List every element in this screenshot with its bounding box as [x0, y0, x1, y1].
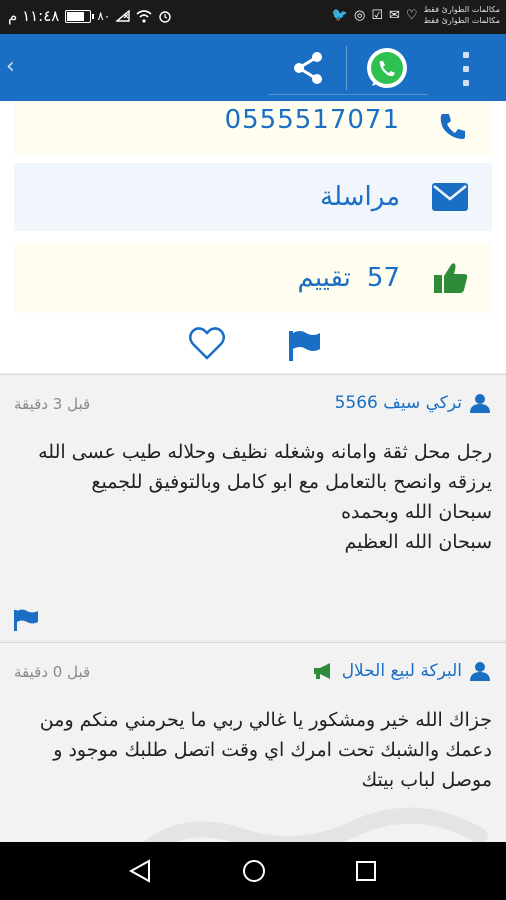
app-bar: ‹	[0, 34, 506, 101]
status-right: 🐦 ◎ ☑ ✉ ♡ مكالمات الطوارئ فقط مكالمات ال…	[332, 4, 500, 26]
message-label: مراسلة	[320, 182, 400, 212]
alarm-icon	[159, 11, 171, 23]
battery-fill	[67, 11, 85, 21]
comment-time: قبل 3 دقيقة	[14, 395, 91, 413]
rating-label: تقييم	[297, 263, 351, 293]
comment-line: جزاك الله خير ومشكور يا غالي ربي ما يحرم…	[39, 709, 492, 731]
emergency-line-2: مكالمات الطوارئ فقط	[423, 16, 500, 25]
clock: ١١:٤٨ م	[8, 7, 60, 25]
comment-header: البركة لبيع الحلال قبل 0 دقيقة	[0, 661, 506, 685]
contact-area: 0555517071 مراسلة 57 تقييم	[0, 101, 506, 373]
phone-icon	[440, 114, 465, 139]
user-icon	[470, 394, 490, 413]
phone-number: 0555517071	[224, 105, 400, 135]
emergency-line-1: مكالمات الطوارئ فقط	[423, 5, 500, 14]
phone-card[interactable]: 0555517071	[14, 101, 492, 156]
megaphone-icon	[313, 663, 330, 679]
system-nav-bar	[0, 842, 506, 900]
screen: ١١:٤٨ م ٨٠ 🐦 ◎ ☑ ✉ ♡ مكالمات الطوارئ فقط…	[0, 0, 506, 900]
whatsapp-notif-icon: ◎	[354, 7, 366, 23]
battery-text: ٨٠	[97, 9, 111, 23]
comment-line: دعمك والشبك تحت امرك اي وقت اتصل طلبك مو…	[53, 739, 492, 761]
comment-line: موصل لباب بيتك	[361, 769, 492, 791]
nav-home-icon[interactable]	[242, 859, 266, 883]
user-icon	[470, 662, 490, 681]
twitter-icon: 🐦	[331, 7, 348, 23]
envelope-icon	[432, 183, 468, 211]
report-flag-icon[interactable]	[287, 327, 323, 363]
comment-author[interactable]: تركي سيف 5566	[335, 393, 490, 413]
overflow-menu-icon[interactable]	[458, 52, 474, 86]
heartbeat-icon: ♡	[405, 7, 418, 23]
comment-time: قبل 0 دقيقة	[14, 663, 91, 681]
comment-line: رجل محل ثقة وامانه وشغله نظيف وحلاله طيب…	[38, 441, 492, 463]
comment-body: جزاك الله خير ومشكور يا غالي ربي ما يحرم…	[12, 705, 492, 795]
mail-icon: ✉	[389, 7, 400, 23]
status-left: ١١:٤٨ م ٨٠	[8, 7, 172, 25]
rating-count: 57	[366, 263, 400, 293]
message-card[interactable]: مراسلة	[14, 163, 492, 231]
comment-author[interactable]: البركة لبيع الحلال	[312, 661, 490, 681]
thumbs-up-icon	[434, 263, 468, 293]
comment-item: تركي سيف 5566 قبل 3 دقيقة رجل محل ثقة وا…	[0, 374, 506, 640]
appbar-divider	[346, 46, 347, 90]
comment-line: سبحان الله العظيم	[344, 531, 492, 553]
wifi-icon	[136, 9, 152, 23]
action-row	[0, 323, 506, 368]
no-signal-icon	[116, 10, 130, 22]
report-comment-flag-icon[interactable]	[14, 609, 40, 631]
rating-card[interactable]: 57 تقييم	[14, 243, 492, 313]
battery-icon	[65, 9, 95, 23]
check-icon: ☑	[371, 7, 383, 23]
author-name: تركي سيف 5566	[334, 393, 462, 413]
comment-body: رجل محل ثقة وامانه وشغله نظيف وحلاله طيب…	[12, 437, 492, 557]
heart-icon[interactable]	[188, 325, 226, 361]
appbar-underline	[268, 94, 428, 95]
nav-recents-icon[interactable]	[355, 860, 377, 882]
comment-line: يرزقه وانصح بالتعامل مع ابو كامل وبالتوف…	[91, 471, 492, 493]
comment-header: تركي سيف 5566 قبل 3 دقيقة	[0, 393, 506, 417]
whatsapp-icon[interactable]	[364, 46, 410, 92]
rating-group: 57 تقييم	[298, 263, 400, 293]
comment-line: سبحان الله وبحمده	[341, 501, 492, 523]
status-bar: ١١:٤٨ م ٨٠ 🐦 ◎ ☑ ✉ ♡ مكالمات الطوارئ فقط…	[0, 0, 506, 34]
share-icon[interactable]	[288, 48, 328, 88]
chevron-left-icon[interactable]: ‹	[6, 54, 15, 79]
author-name: البركة لبيع الحلال	[341, 661, 462, 681]
emergency-calls-text: مكالمات الطوارئ فقط مكالمات الطوارئ فقط	[424, 4, 500, 26]
nav-back-icon[interactable]	[128, 859, 152, 883]
